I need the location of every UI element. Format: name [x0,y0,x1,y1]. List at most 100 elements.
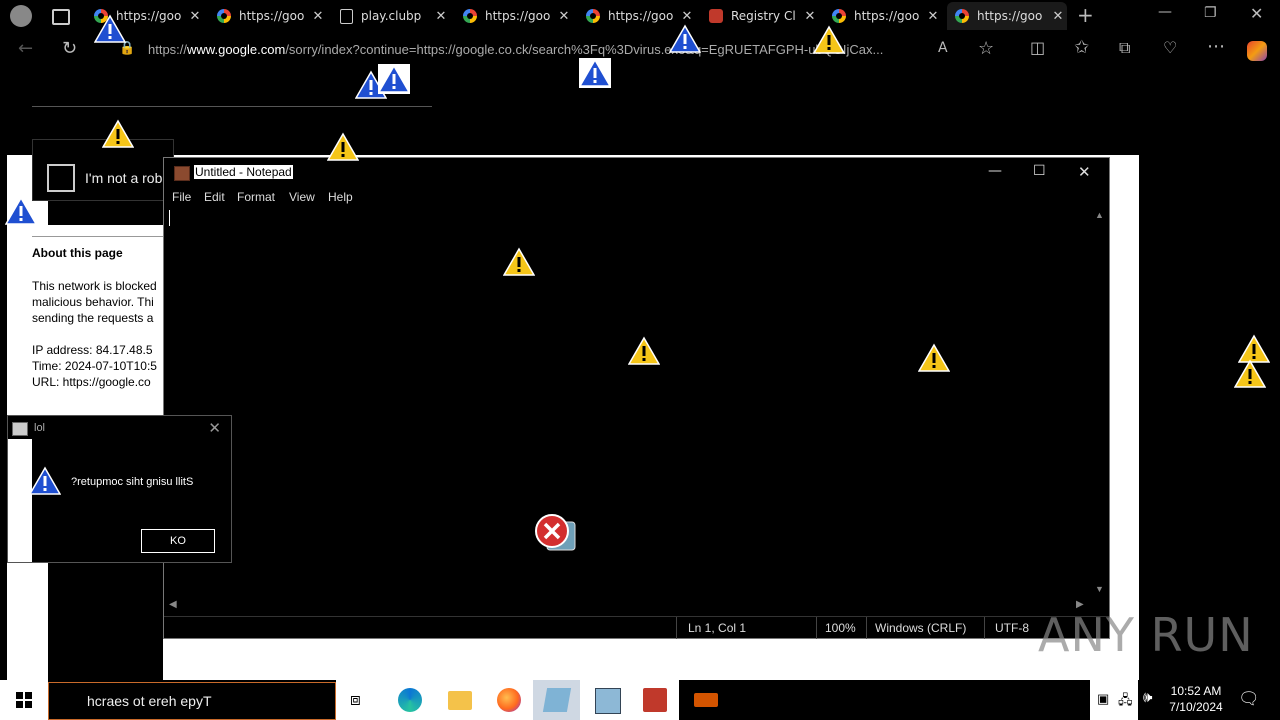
menu-help[interactable]: Help [328,190,353,204]
close-window-icon[interactable]: ✕ [1250,4,1263,23]
favorite-star-icon[interactable]: ☆ [978,38,994,59]
restore-icon[interactable]: ❐ [1204,5,1217,21]
collections-icon[interactable]: ⧉ [1119,38,1130,58]
volume-icon[interactable]: 🕪 [1143,689,1152,706]
taskbar-search-box[interactable]: hcraes ot ereh epyT [48,682,336,720]
close-icon[interactable]: ✕ [801,9,819,24]
profile-icon[interactable] [10,5,32,27]
close-icon[interactable]: ✕ [432,9,450,24]
notepad-icon [542,688,572,712]
warning-icon [628,336,660,365]
time-line: Time: 2024-07-10T10:5 [32,359,157,373]
computer-icon[interactable] [595,688,621,714]
tab-2[interactable]: https://goo ✕ [209,2,327,30]
dialog-left-strip [8,439,32,562]
tab-3[interactable]: play.clubp ✕ [332,2,450,30]
google-icon [217,9,231,23]
clock[interactable]: 10:52 AM 7/10/2024 [1165,683,1227,715]
scroll-down-icon[interactable]: ▼ [1095,584,1104,594]
about-line-3: sending the requests a [32,311,154,325]
favorites-icon[interactable]: ✩ [1074,37,1089,58]
refresh-icon[interactable]: ↻ [62,38,77,59]
back-icon[interactable]: ← [18,38,33,59]
tab-4[interactable]: https://goo ✕ [455,2,573,30]
warning-icon [918,343,950,372]
ip-line: IP address: 84.17.48.5 [32,343,153,357]
tab-actions-icon[interactable] [52,9,70,25]
clock-date: 7/10/2024 [1169,700,1223,714]
notepad-titlebar[interactable]: Untitled - Notepad — ☐ ✕ [164,158,1109,186]
file-explorer-icon[interactable] [448,691,472,710]
menu-edit[interactable]: Edit [204,190,225,204]
minimize-icon[interactable]: — [988,163,1002,179]
minimize-icon[interactable]: — [1158,4,1172,20]
scroll-up-icon[interactable]: ▲ [1095,210,1104,220]
message-dialog: lol ✕ ?retupmoc siht gnisu llitS KO [7,415,232,563]
notepad-app-icon [174,166,190,181]
status-separator [816,617,817,639]
close-icon[interactable]: ✕ [924,9,942,24]
app-icon[interactable] [643,688,667,712]
warning-icon [813,25,845,54]
status-separator [676,617,677,639]
recaptcha-checkbox[interactable] [47,164,75,192]
warning-icon [1234,359,1266,388]
windows-logo-icon [16,692,32,708]
tab-6[interactable]: Registry Cl ✕ [701,2,819,30]
info-warning-icon [94,14,126,43]
close-icon[interactable]: ✕ [678,9,696,24]
media-icon[interactable] [694,693,718,707]
close-icon[interactable]: ✕ [1049,9,1067,24]
warning-icon [327,132,359,161]
close-icon[interactable]: ✕ [555,9,573,24]
scroll-left-icon[interactable]: ◀ [169,599,177,610]
network-icon[interactable]: 🖧 [1118,691,1133,713]
recaptcha-label: I'm not a robot [85,170,175,186]
status-separator [866,617,867,639]
notifications-icon[interactable]: 🗨 [1238,689,1260,709]
about-line-1: This network is blocked [32,279,157,293]
horizontal-scrollbar[interactable]: ◀ ▶ [164,598,1090,615]
about-line-2: malicious behavior. Thi [32,295,154,309]
menu-view[interactable]: View [289,190,315,204]
new-tab-icon[interactable]: + [1077,3,1094,27]
info-warning-icon [669,24,701,53]
watermark: ANY RUN [1038,608,1254,662]
vertical-scrollbar[interactable]: ▲ ▼ [1091,208,1108,598]
page-strip [32,236,163,237]
google-icon [586,9,600,23]
close-icon[interactable]: ✕ [1078,163,1091,181]
notepad-text-area[interactable] [164,208,1090,598]
info-warning-icon [29,466,61,495]
close-icon[interactable]: ✕ [208,419,221,437]
firefox-icon[interactable] [497,688,521,712]
maximize-icon[interactable]: ☐ [1033,163,1046,179]
split-screen-icon[interactable]: ◫ [1030,38,1045,57]
meet-now-icon[interactable]: ▣ [1097,691,1109,707]
notepad-menubar: File Edit Format View Help [164,186,1109,208]
extensions-icon[interactable]: ♡ [1163,38,1177,57]
ok-button[interactable]: KO [141,529,215,553]
dialog-app-icon [12,422,28,436]
menu-format[interactable]: Format [237,190,275,204]
divider [32,106,432,107]
page-right-panel [1108,155,1139,680]
search-placeholder: hcraes ot ereh epyT [87,693,212,709]
warning-icon [102,119,134,148]
status-separator [984,617,985,639]
notepad-title: Untitled - Notepad [194,165,293,179]
url-prefix: https:// [148,42,188,57]
copilot-icon[interactable] [1247,41,1267,61]
read-aloud-icon[interactable]: A [938,40,948,56]
close-icon[interactable]: ✕ [309,9,327,24]
registry-icon [709,9,723,23]
more-menu-icon[interactable]: ⋯ [1207,36,1225,57]
task-view-icon[interactable]: ⧈ [350,690,361,710]
edge-icon[interactable] [398,688,422,712]
status-position: Ln 1, Col 1 [688,621,747,635]
tab-bar: https://goo ✕ https://goo ✕ play.clubp ✕ ht… [0,0,1280,32]
menu-file[interactable]: File [172,190,191,204]
tab-8-active[interactable]: https://goo ✕ [947,2,1067,30]
url-text[interactable]: https://www.google.com/sorry/index?conti… [148,42,883,57]
close-icon[interactable]: ✕ [186,9,204,24]
